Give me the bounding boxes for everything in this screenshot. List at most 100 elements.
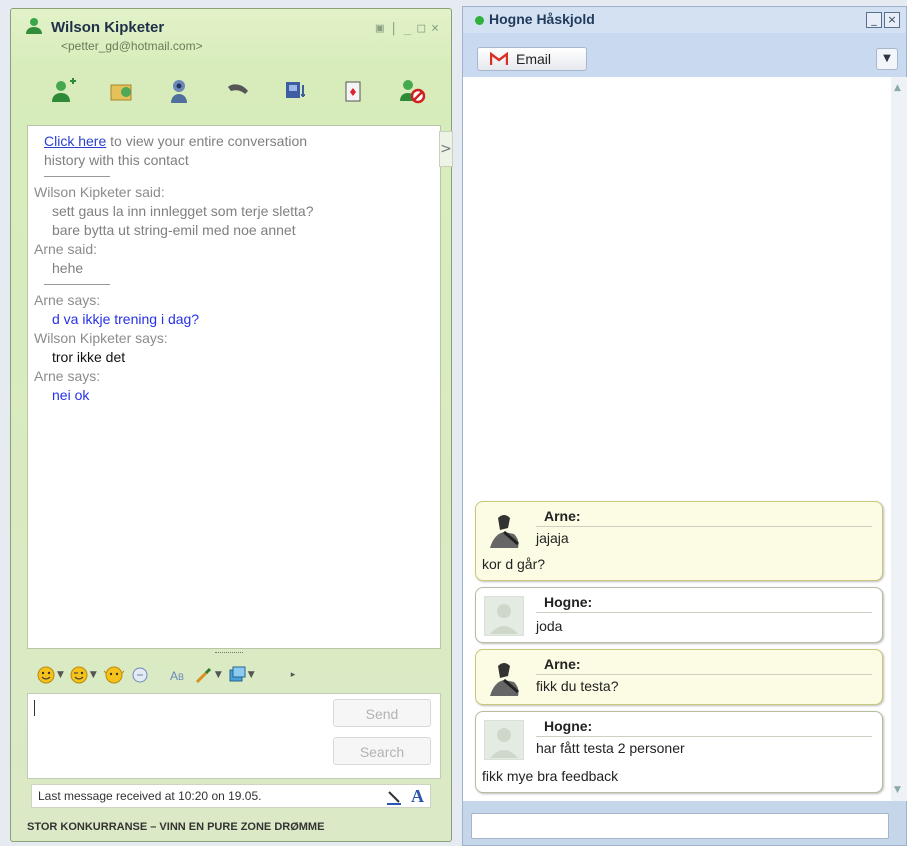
search-button[interactable]: Search (333, 737, 431, 765)
maximize-button[interactable]: □ (417, 21, 425, 36)
divider (536, 736, 872, 737)
sender-name: Arne: (544, 656, 581, 672)
message-text: fikk mye bra feedback (482, 768, 619, 784)
scrollbar[interactable]: ▲ ▼ (891, 77, 907, 801)
chat-bubble: Arne: jajaja kor d går? (475, 501, 883, 581)
chat-bubble: Arne: fikk du testa? (475, 649, 883, 705)
sender-name: Arne said: (34, 241, 98, 257)
voice-clip-icon (132, 667, 148, 683)
emoticon-button[interactable]: ▼ (37, 666, 64, 684)
scroll-up-icon[interactable]: ▲ (894, 83, 901, 93)
minimize-button[interactable]: _ (404, 21, 412, 36)
more-button[interactable]: ▸ (291, 670, 296, 680)
email-button[interactable]: Email (477, 47, 587, 71)
games-icon (345, 81, 361, 102)
options-dropdown[interactable]: ▼ (876, 48, 898, 70)
nudge-icon (103, 666, 125, 684)
background-icon (229, 666, 246, 682)
separator: | (389, 21, 398, 36)
buddy-icon (26, 18, 42, 34)
sender-name: Arne: (544, 508, 581, 524)
message-text: fikk du testa? (536, 678, 619, 694)
contact-name: Hogne Håskjold (489, 11, 595, 27)
games-button[interactable] (325, 73, 383, 109)
gmail-chat-window: Hogne Håskjold _ × Email ▼ Arne: jajaja … (462, 6, 907, 846)
message-text: hehe (52, 260, 84, 276)
font-button[interactable]: AB (169, 666, 189, 684)
activities-button[interactable] (267, 73, 325, 109)
msn-toolbar (17, 69, 447, 113)
handwriting-icon[interactable] (385, 788, 403, 806)
chevron-down-icon: ▼ (214, 670, 222, 680)
invite-contact-icon (52, 78, 76, 102)
wink-button[interactable]: ▼ (70, 666, 97, 684)
ad-banner[interactable]: STOR KONKURRANSE – VINN EN PURE ZONE DRØ… (27, 821, 324, 833)
block-icon (400, 80, 426, 104)
sender-name: Wilson Kipketer says: (34, 330, 168, 346)
divider (536, 612, 872, 613)
wink-icon (70, 666, 88, 684)
color-button[interactable]: ▼ (195, 666, 222, 684)
scroll-down-icon[interactable]: ▼ (894, 785, 901, 795)
divider (536, 674, 872, 675)
paintbrush-icon (195, 667, 211, 684)
sender-name: Arne says: (34, 368, 101, 384)
chevron-down-icon: ▼ (89, 670, 97, 680)
message-text: tror ikke det (52, 349, 126, 365)
email-button-label: Email (516, 51, 552, 67)
input-toolbar: ▼ ▼ AB ▼ ▼ ▸ (27, 661, 441, 689)
gmail-icon (490, 52, 508, 65)
resize-grip[interactable] (215, 652, 243, 655)
call-button[interactable] (209, 73, 267, 109)
gchat-title-bar: Hogne Håskjold _ × (463, 7, 906, 33)
svg-text:B: B (178, 672, 184, 682)
text-caret (34, 700, 35, 716)
close-button[interactable]: × (884, 12, 900, 28)
window-controls: _ × (866, 12, 900, 28)
divider (44, 176, 110, 177)
svg-text:A: A (170, 669, 178, 683)
nudge-button[interactable] (103, 666, 125, 684)
history-link-line2: history with this contact (44, 152, 189, 168)
background-button[interactable]: ▼ (228, 666, 255, 684)
invite-contact-button[interactable] (35, 73, 93, 109)
chevron-down-icon: ▼ (57, 670, 64, 680)
contact-name: Wilson Kipketer (51, 19, 165, 36)
message-text: joda (536, 618, 563, 634)
sender-name: Hogne: (544, 718, 593, 734)
close-button[interactable]: × (431, 21, 439, 36)
call-icon (228, 84, 248, 94)
avatar (490, 663, 519, 696)
menu-icon[interactable]: ▣ (376, 21, 384, 36)
text-mode-button[interactable]: A (411, 786, 424, 807)
divider (536, 526, 872, 527)
avatar (484, 720, 524, 760)
message-text: kor d går? (482, 556, 546, 572)
chat-input[interactable] (471, 813, 889, 839)
font-icon: AB (170, 669, 184, 683)
send-button[interactable]: Send (333, 699, 431, 727)
webcam-icon (171, 80, 187, 103)
message-text: d va ikkje trening i dag? (52, 311, 200, 327)
sender-name: Wilson Kipketer said: (34, 184, 165, 200)
status-dot (475, 16, 484, 25)
msn-chat-window: Wilson Kipketer <petter_gd@hotmail.com> … (10, 8, 453, 842)
sender-name: Arne says: (34, 292, 101, 308)
chevron-down-icon: ▼ (247, 670, 255, 680)
minimize-button[interactable]: _ (866, 12, 882, 28)
history-link-text: to view your entire conversation (106, 133, 308, 149)
send-files-button[interactable] (93, 73, 151, 109)
activities-icon (286, 82, 305, 98)
sender-name: Hogne: (544, 594, 593, 610)
chat-log[interactable]: Arne: jajaja kor d går? Hogne: joda Arne… (463, 77, 891, 801)
msn-title-bar: Wilson Kipketer <petter_gd@hotmail.com> … (17, 15, 447, 59)
message-text: bare bytta ut string-emil med noe annet (52, 222, 296, 238)
conversation-history[interactable]: Click here to view your entire conversat… (27, 125, 441, 649)
history-link[interactable]: Click here (44, 133, 106, 149)
block-button[interactable] (383, 73, 441, 109)
history-toggle-button[interactable]: > (439, 131, 453, 167)
webcam-button[interactable] (151, 73, 209, 109)
voice-clip-button[interactable] (131, 666, 149, 684)
last-message-status: Last message received at 10:20 on 19.05. (31, 784, 431, 808)
message-text: jajaja (536, 530, 569, 546)
